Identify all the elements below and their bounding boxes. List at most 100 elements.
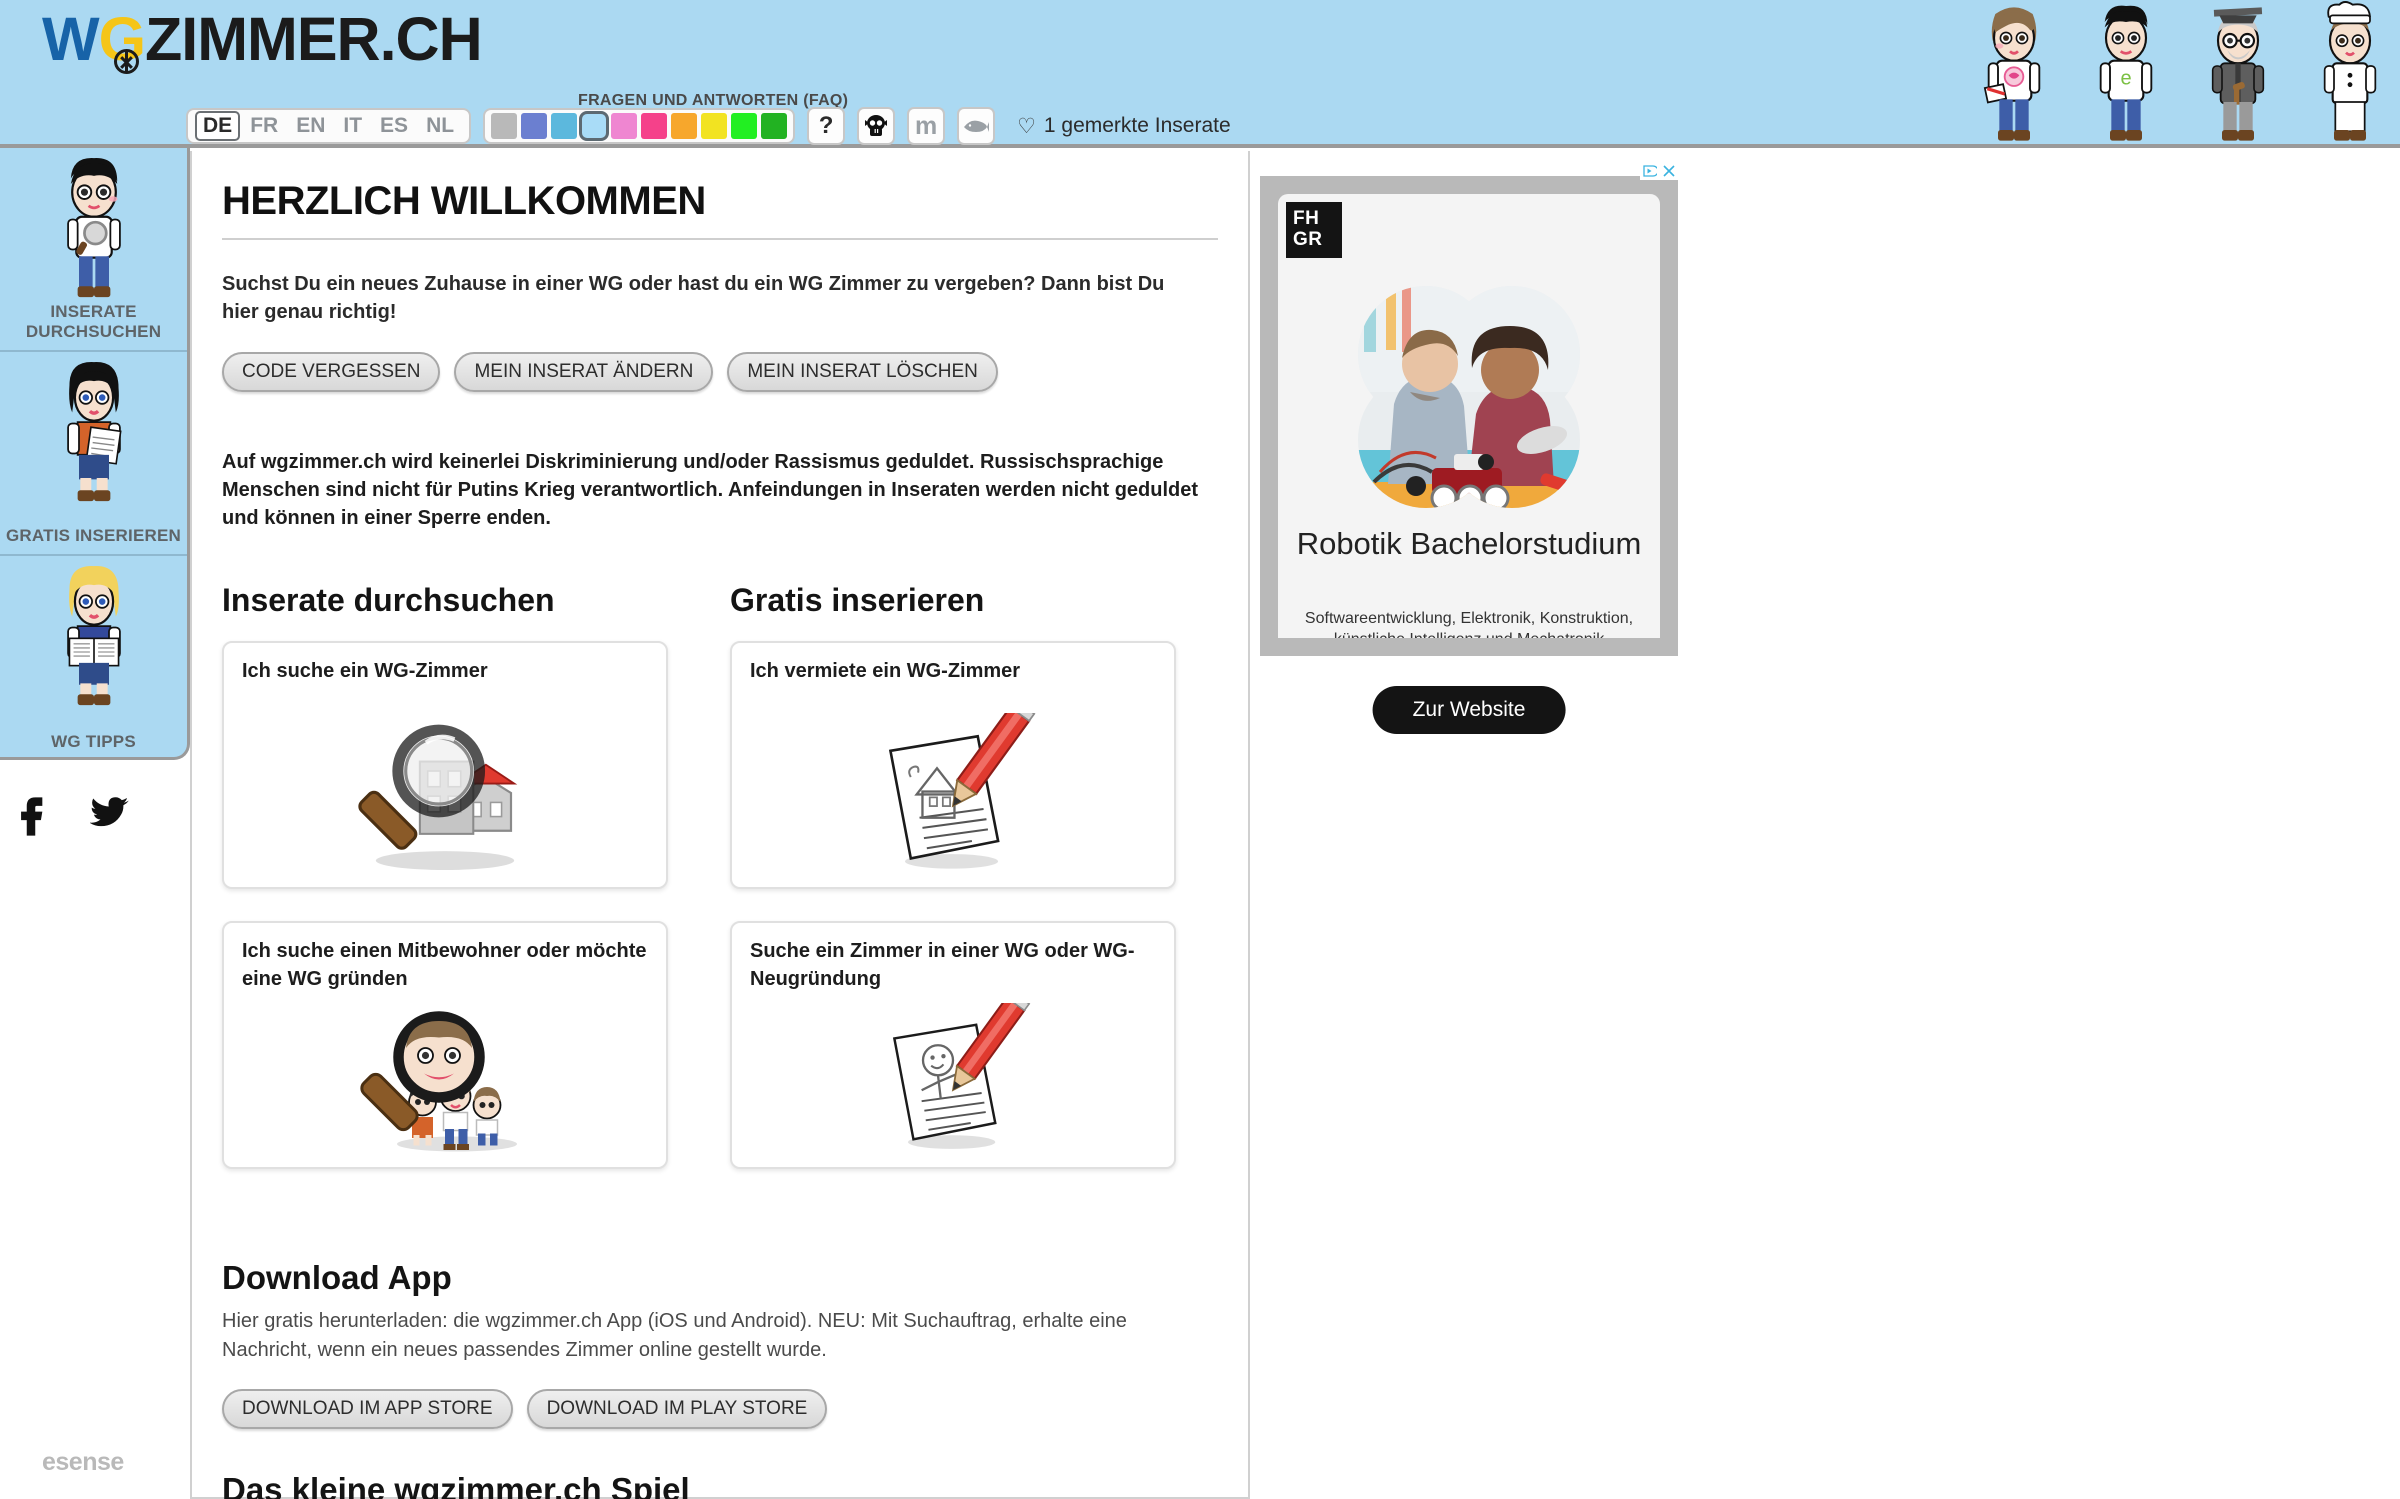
character-boy-esense-icon: e xyxy=(2099,5,2153,141)
ad-cta-button[interactable]: Zur Website xyxy=(1372,686,1566,734)
language-selector[interactable]: DE FR EN IT ES NL xyxy=(186,108,472,144)
fish-icon xyxy=(964,120,990,132)
download-app-text: Hier gratis herunterladen: die wgzimmer.… xyxy=(222,1310,1127,1361)
pencil-house-paper-icon xyxy=(888,713,1036,869)
advertisement-panel[interactable]: FH GR Robotik Bachelorstudium Softwareen… xyxy=(1260,162,1678,734)
svg-text:e: e xyxy=(2120,68,2131,90)
lang-de[interactable]: DE xyxy=(195,111,241,141)
blonde-girl-newspaper-icon xyxy=(66,566,121,706)
color-swatch-8[interactable] xyxy=(701,113,728,139)
letter-m-icon: m xyxy=(914,111,938,140)
lang-fr[interactable]: FR xyxy=(242,112,286,140)
card-ich-suche-ein-wg-zimmer[interactable]: Ich suche ein WG-Zimmer xyxy=(222,641,668,889)
card-ich-vermiete-ein-wg-zimmer[interactable]: Ich vermiete ein WG-Zimmer xyxy=(730,641,1176,889)
ad-subheadline: Softwareentwicklung, Elektronik, Konstru… xyxy=(1304,610,1634,638)
column-gratis-inserieren: Gratis inserieren Ich vermiete ein WG-Zi… xyxy=(730,582,1180,1201)
column-inserate-durchsuchen: Inserate durchsuchen Ich suche ein WG-Zi… xyxy=(222,582,672,1201)
card-suche-zimmer-neugruendung[interactable]: Suche ein Zimmer in einer WG oder WG-Neu… xyxy=(730,921,1176,1169)
sidebar-item-wg-tipps[interactable]: WG TIPPS xyxy=(0,556,187,760)
theme-color-picker[interactable] xyxy=(483,108,796,144)
sidebar-item-label-gratis: GRATIS INSERIEREN xyxy=(6,526,181,545)
saved-listings-link[interactable]: ♡ 1 gemerkte Inserate xyxy=(1017,114,1231,139)
question-mark-icon: ? xyxy=(818,112,834,139)
lang-it[interactable]: IT xyxy=(335,112,370,140)
card-mitbewohner-gruenden[interactable]: Ich suche einen Mitbewohner oder möchte … xyxy=(222,921,668,1169)
code-vergessen-button[interactable]: CODE VERGESSEN xyxy=(222,352,441,392)
heart-icon: ♡ xyxy=(1017,114,1036,138)
header-toolbar: DE FR EN IT ES NL ? m ♡ 1 gemerkte Inser… xyxy=(186,107,1231,145)
twitter-icon[interactable] xyxy=(90,793,130,833)
magnifier-people-icon xyxy=(360,1011,517,1152)
ad-close-icon[interactable] xyxy=(1659,162,1678,180)
color-swatch-4-selected[interactable] xyxy=(579,111,610,141)
girl-with-paper-icon xyxy=(66,362,122,502)
lang-es[interactable]: ES xyxy=(372,112,416,140)
column-heading-post: Gratis inserieren xyxy=(730,582,985,618)
download-play-store-button[interactable]: DOWNLOAD IM PLAY STORE xyxy=(526,1389,828,1429)
esense-footer-logo: esense xyxy=(42,1448,124,1476)
card-title-suche-zimmer: Ich suche ein WG-Zimmer xyxy=(242,660,488,682)
card-title-mitbewohner: Ich suche einen Mitbewohner oder möchte … xyxy=(242,940,647,990)
color-swatch-3[interactable] xyxy=(551,113,578,139)
fhgr-line2: GR xyxy=(1293,229,1323,250)
category-columns: Inserate durchsuchen Ich suche ein WG-Zi… xyxy=(222,582,1218,1201)
column-heading-search: Inserate durchsuchen xyxy=(222,582,555,618)
sidebar-item-label-tipps: WG TIPPS xyxy=(51,732,136,751)
sidebar-item-gratis-inserieren[interactable]: GRATIS INSERIEREN xyxy=(0,352,187,556)
intro-text: Suchst Du ein neues Zuhause in einer WG … xyxy=(222,273,1165,323)
social-links xyxy=(14,790,130,836)
mein-inserat-loeschen-button[interactable]: MEIN INSERAT LÖSCHEN xyxy=(727,352,998,392)
ad-headline: Robotik Bachelorstudium xyxy=(1296,526,1642,561)
character-girl-with-letter-icon xyxy=(1983,7,2041,141)
skull-button[interactable] xyxy=(857,107,896,145)
skull-icon xyxy=(865,115,888,136)
medium-button[interactable]: m xyxy=(907,107,946,145)
character-professor-icon xyxy=(2211,7,2265,141)
anti-discrimination-notice: Auf wgzimmer.ch wird keinerlei Diskrimin… xyxy=(222,451,1199,529)
lang-en[interactable]: EN xyxy=(288,112,333,140)
color-swatch-10[interactable] xyxy=(761,113,788,139)
sidebar-item-label-inserate: INSERATE DURCHSUCHEN xyxy=(25,302,162,341)
site-header: WGZIMMER.CH FRAGEN UND ANTWORTEN (FAQ) D… xyxy=(0,0,2400,148)
logo-part-w: W xyxy=(42,5,100,73)
peace-sign-icon xyxy=(114,49,139,74)
color-swatch-9[interactable] xyxy=(731,113,758,139)
color-swatch-7[interactable] xyxy=(671,113,698,139)
main-content: HERZLICH WILLKOMMEN Suchst Du ein neues … xyxy=(190,151,1250,1499)
child-right xyxy=(472,1087,502,1146)
download-buttons: DOWNLOAD IM APP STORE DOWNLOAD IM PLAY S… xyxy=(222,1389,1218,1429)
ad-photo-robotics-students xyxy=(1358,286,1580,508)
ad-creative[interactable]: FH GR Robotik Bachelorstudium Softwareen… xyxy=(1278,194,1660,638)
color-swatch-5[interactable] xyxy=(611,113,638,139)
character-chef-icon xyxy=(2323,1,2377,141)
logo-part-rest: ZIMMER.CH xyxy=(145,5,483,73)
card-title-vermiete: Ich vermiete ein WG-Zimmer xyxy=(750,660,1021,682)
fhgr-line1: FH xyxy=(1293,208,1320,229)
color-swatch-1[interactable] xyxy=(491,113,518,139)
fhgr-brand-logo: FH GR xyxy=(1286,202,1342,258)
header-characters: e xyxy=(1974,0,2390,148)
download-app-store-button[interactable]: DOWNLOAD IM APP STORE xyxy=(222,1389,513,1429)
adchoices-icon[interactable] xyxy=(1640,162,1659,180)
faq-help-button[interactable]: ? xyxy=(807,107,846,145)
sidebar-item-inserate-durchsuchen[interactable]: INSERATE DURCHSUCHEN xyxy=(0,148,187,352)
boy-with-magnifier-icon xyxy=(66,158,121,298)
site-logo[interactable]: WGZIMMER.CH xyxy=(42,4,483,74)
download-app-section: Download App Hier gratis herunterladen: … xyxy=(222,1259,1218,1429)
account-action-buttons: CODE VERGESSEN MEIN INSERAT ÄNDERN MEIN … xyxy=(222,352,1218,392)
ad-controls xyxy=(1640,162,1678,180)
title-divider xyxy=(222,238,1218,240)
lang-nl[interactable]: NL xyxy=(418,112,462,140)
saved-listings-label: 1 gemerkte Inserate xyxy=(1043,114,1231,137)
mein-inserat-aendern-button[interactable]: MEIN INSERAT ÄNDERN xyxy=(454,352,714,392)
page-title: HERZLICH WILLKOMMEN xyxy=(222,179,706,223)
card-title-neugruendung: Suche ein Zimmer in einer WG oder WG-Neu… xyxy=(750,940,1135,990)
color-swatch-6[interactable] xyxy=(641,113,668,139)
download-app-heading: Download App xyxy=(222,1259,452,1296)
facebook-icon[interactable] xyxy=(14,790,48,836)
magnifier-house-icon xyxy=(358,724,518,870)
fish-button[interactable] xyxy=(957,107,996,145)
game-section-heading: Das kleine wgzimmer.ch Spiel xyxy=(222,1471,690,1499)
pencil-person-paper-icon xyxy=(892,1003,1031,1149)
color-swatch-2[interactable] xyxy=(521,113,548,139)
